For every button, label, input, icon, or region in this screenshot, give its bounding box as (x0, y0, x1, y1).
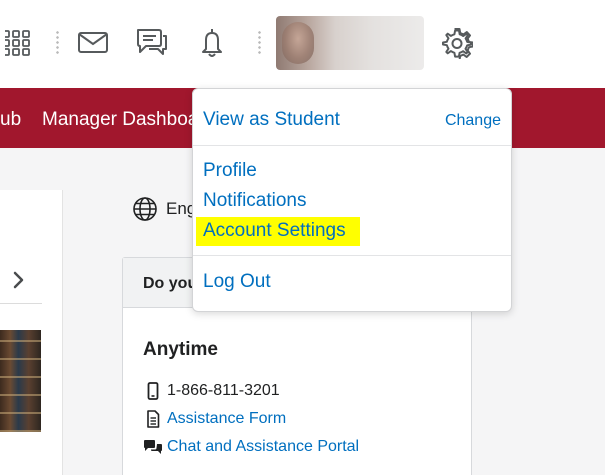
change-link[interactable]: Change (445, 112, 501, 130)
document-icon (143, 410, 163, 428)
menu-item-profile[interactable]: Profile (203, 160, 257, 182)
menu-item-account-settings[interactable]: Account Settings (203, 220, 346, 242)
user-dropdown-menu: View as Student Change Profile Notificat… (192, 88, 512, 312)
chat-icon[interactable] (134, 25, 170, 61)
header-divider (258, 30, 261, 54)
chat-bubbles-icon (143, 439, 163, 455)
divider (0, 303, 42, 304)
apps-grid-icon[interactable] (2, 25, 38, 61)
page: ub Manager Dashboa Eng Do you Anytime 1-… (0, 0, 605, 475)
menu-item-log-out[interactable]: Log Out (203, 271, 271, 293)
header-divider (56, 30, 59, 54)
chevron-right-icon[interactable] (12, 270, 26, 295)
card-header-title: Do you (143, 275, 198, 292)
course-image-thumbnail[interactable] (0, 330, 41, 432)
section-title: Anytime (143, 339, 218, 360)
gear-icon[interactable] (439, 25, 475, 61)
avatar-photo (282, 22, 314, 64)
chat-portal-link[interactable]: Chat and Assistance Portal (167, 438, 359, 456)
assistance-form-row: Assistance Form (143, 410, 286, 428)
assistance-form-link[interactable]: Assistance Form (167, 410, 286, 428)
menu-item-notifications[interactable]: Notifications (203, 190, 307, 212)
top-header (0, 0, 605, 88)
bell-icon[interactable] (194, 25, 230, 61)
globe-icon (133, 197, 157, 221)
menu-item-view-as-student[interactable]: View as Student (203, 109, 340, 131)
nav-link-hub[interactable]: ub (0, 109, 21, 131)
mobile-phone-icon (143, 382, 163, 400)
language-selector[interactable]: Eng (132, 196, 196, 222)
menu-divider (193, 255, 511, 256)
menu-divider (193, 145, 511, 146)
phone-row: 1-866-811-3201 (143, 382, 280, 400)
phone-number: 1-866-811-3201 (167, 382, 280, 399)
mail-icon[interactable] (75, 25, 111, 61)
chat-portal-row: Chat and Assistance Portal (143, 438, 359, 456)
user-avatar-menu[interactable] (276, 16, 424, 70)
nav-link-manager-dashboard[interactable]: Manager Dashboa (42, 109, 198, 131)
